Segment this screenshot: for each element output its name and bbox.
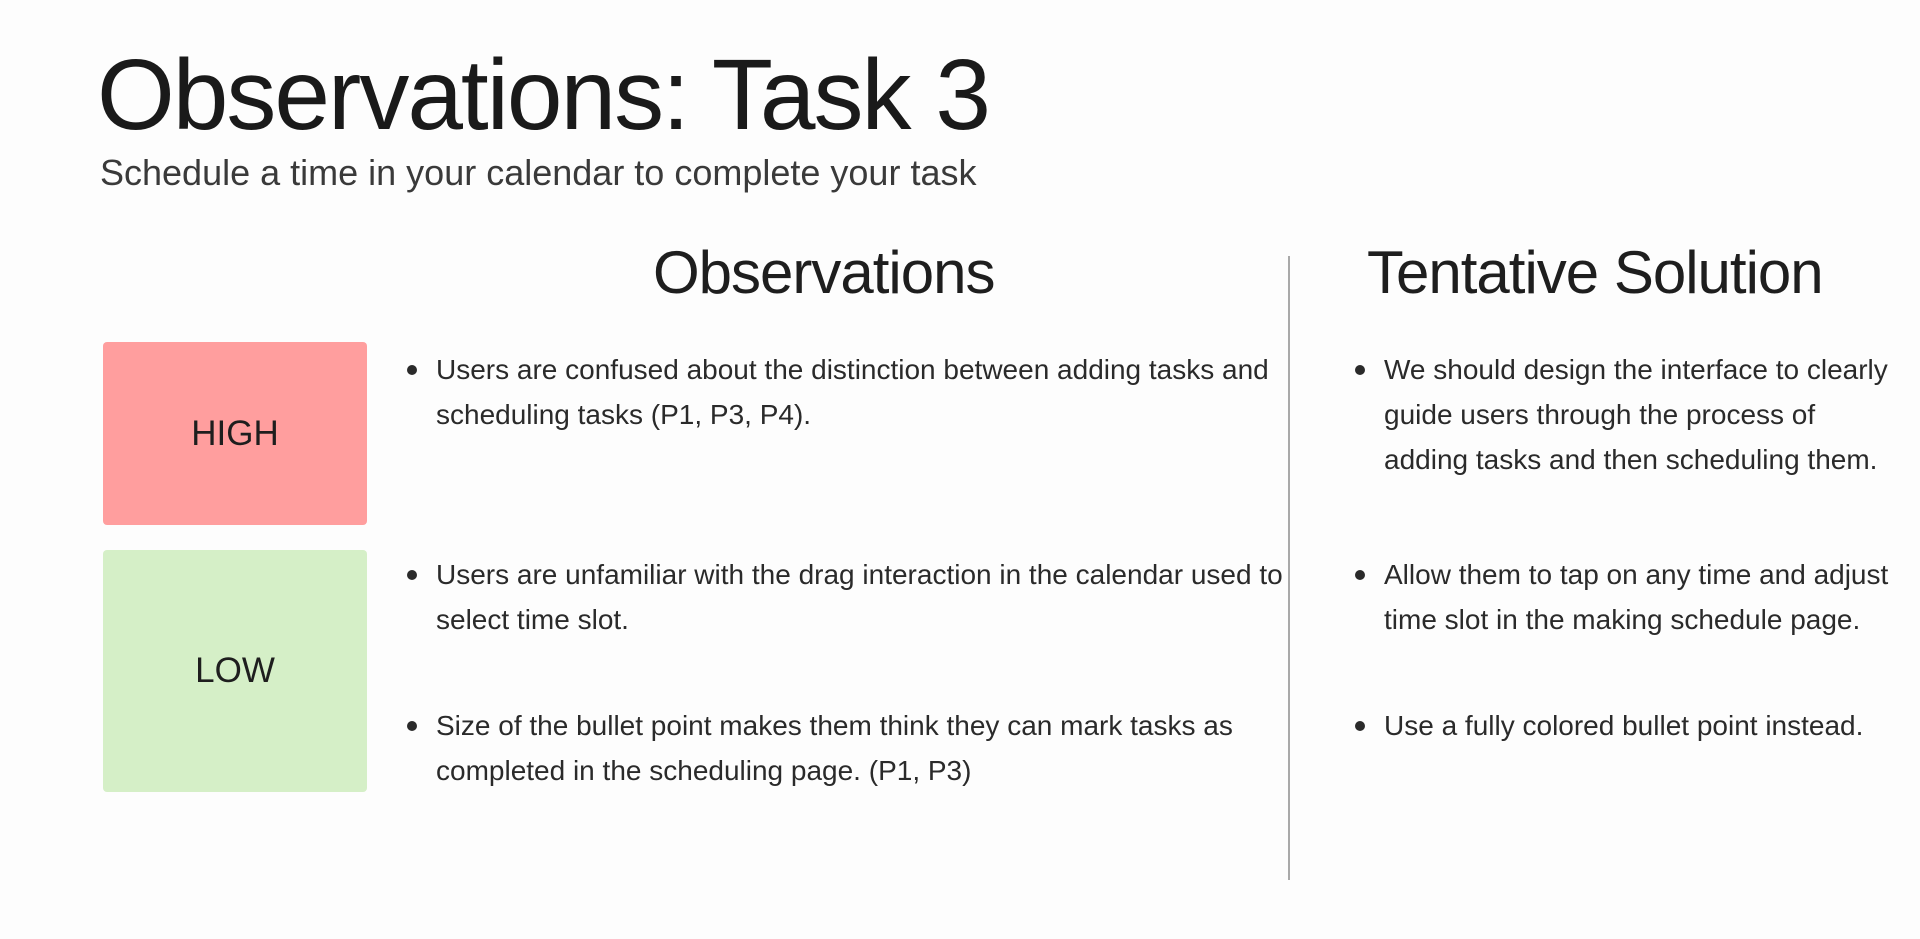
slide-title: Observations: Task 3 (97, 39, 991, 151)
solution-heading: Tentative Solution (1367, 239, 1824, 306)
slide-subtitle: Schedule a time in your calendar to comp… (100, 152, 977, 193)
priority-high-box: HIGH (103, 342, 367, 525)
observation-item: Users are unfamiliar with the drag inter… (407, 552, 1296, 642)
observation-item: Users are confused about the distinction… (407, 347, 1296, 437)
priority-low-box: LOW (103, 550, 367, 792)
solution-item: Use a fully colored bullet point instead… (1355, 703, 1904, 748)
solution-item: We should design the interface to clearl… (1355, 347, 1904, 482)
priority-high-label: HIGH (191, 413, 279, 453)
priority-low-label: LOW (195, 651, 275, 690)
solution-item: Allow them to tap on any time and adjust… (1355, 552, 1904, 642)
observations-heading: Observations (653, 239, 995, 306)
observation-item: Size of the bullet point makes them thin… (407, 703, 1296, 793)
